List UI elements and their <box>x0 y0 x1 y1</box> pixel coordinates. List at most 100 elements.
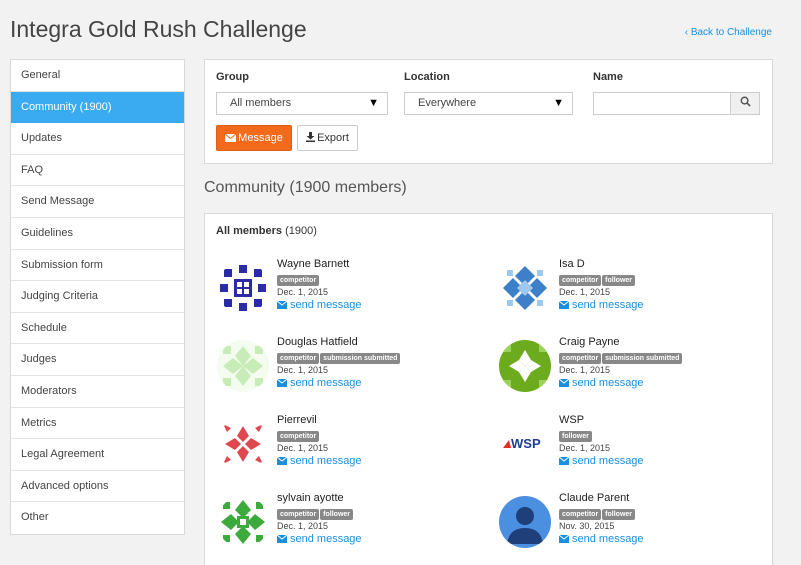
member-card: Douglas Hatfield competitor submission su… <box>217 336 477 404</box>
badge-list: competitor <box>277 273 320 286</box>
export-button-label: Export <box>317 132 349 144</box>
sidebar-item-send-message[interactable]: Send Message <box>11 186 184 218</box>
search-icon <box>740 96 751 107</box>
role-badge: follower <box>602 275 636 286</box>
send-message-link[interactable]: send message <box>277 377 362 389</box>
sidebar-nav: General Community (1900) Updates FAQ Sen… <box>10 59 185 535</box>
envelope-icon <box>559 301 569 309</box>
red-pattern-icon[interactable] <box>217 418 269 470</box>
envelope-icon <box>277 379 287 387</box>
location-select[interactable]: Everywhere ▼ <box>404 92 573 115</box>
member-card: Pierrevil competitor Dec. 1, 2015 send m… <box>217 414 477 482</box>
join-date: Dec. 1, 2015 <box>277 521 329 531</box>
envelope-icon <box>559 457 569 465</box>
envelope-icon <box>277 535 287 543</box>
send-message-label: send message <box>572 377 644 389</box>
send-message-label: send message <box>572 299 644 311</box>
join-date: Dec. 1, 2015 <box>277 287 329 297</box>
badge-list: competitor follower <box>559 273 636 286</box>
sidebar-item-moderators[interactable]: Moderators <box>11 376 184 408</box>
envelope-icon <box>559 535 569 543</box>
send-message-label: send message <box>290 533 362 545</box>
member-name[interactable]: Claude Parent <box>559 492 629 504</box>
search-button[interactable] <box>730 92 760 115</box>
sidebar-item-judging-criteria[interactable]: Judging Criteria <box>11 281 184 313</box>
send-message-link[interactable]: send message <box>277 455 362 467</box>
light-green-pattern-icon[interactable] <box>217 340 269 392</box>
send-message-label: send message <box>572 455 644 467</box>
member-name[interactable]: WSP <box>559 414 584 426</box>
blue-pattern-icon[interactable] <box>217 262 269 314</box>
name-search-input[interactable] <box>593 92 730 115</box>
sidebar-item-updates[interactable]: Updates <box>11 123 184 155</box>
sidebar-item-other[interactable]: Other <box>11 502 184 534</box>
role-badge: follower <box>602 509 636 520</box>
wsp-logo-text: WSP <box>511 436 541 451</box>
send-message-link[interactable]: send message <box>559 377 644 389</box>
green-pattern-icon[interactable] <box>217 496 269 548</box>
blue-diamond-pattern-icon[interactable] <box>499 262 551 314</box>
envelope-icon <box>277 457 287 465</box>
caret-down-icon: ▼ <box>553 97 564 109</box>
group-select[interactable]: All members ▼ <box>216 92 388 115</box>
badge-list: follower <box>559 429 593 442</box>
envelope-icon <box>224 133 237 142</box>
message-button[interactable]: Message <box>216 125 292 151</box>
sidebar-item-judges[interactable]: Judges <box>11 344 184 376</box>
send-message-label: send message <box>572 533 644 545</box>
wsp-logo[interactable]: WSP <box>499 418 551 470</box>
join-date: Nov. 30, 2015 <box>559 521 615 531</box>
location-label: Location <box>404 71 450 83</box>
send-message-label: send message <box>290 299 362 311</box>
download-icon <box>306 132 316 142</box>
member-card: Craig Payne competitor submission submitt… <box>499 336 759 404</box>
sidebar-item-general[interactable]: General <box>11 60 184 92</box>
page-title: Integra Gold Rush Challenge <box>10 16 307 42</box>
sidebar-item-metrics[interactable]: Metrics <box>11 408 184 440</box>
member-card: Claude Parent competitor follower Nov. 30… <box>499 492 759 560</box>
member-card: Isa D competitor follower Dec. 1, 2015 se… <box>499 258 759 326</box>
role-badge: competitor <box>277 509 320 520</box>
send-message-link[interactable]: send message <box>559 533 644 545</box>
join-date: Dec. 1, 2015 <box>559 287 611 297</box>
member-name[interactable]: Douglas Hatfield <box>277 336 358 348</box>
badge-list: competitor <box>277 429 320 442</box>
community-heading-count: (1900 members) <box>289 179 407 196</box>
send-message-link[interactable]: send message <box>277 299 362 311</box>
member-name[interactable]: Isa D <box>559 258 585 270</box>
join-date: Dec. 1, 2015 <box>559 365 611 375</box>
green-pattern-icon[interactable] <box>499 340 551 392</box>
join-date: Dec. 1, 2015 <box>277 365 329 375</box>
sidebar-item-schedule[interactable]: Schedule <box>11 313 184 345</box>
send-message-link[interactable]: send message <box>559 455 644 467</box>
send-message-link[interactable]: send message <box>277 533 362 545</box>
join-date: Dec. 1, 2015 <box>559 443 611 453</box>
sidebar-item-legal-agreement[interactable]: Legal Agreement <box>11 439 184 471</box>
back-to-challenge-link[interactable]: ‹ Back to Challenge <box>685 27 772 38</box>
default-person-icon[interactable] <box>499 496 551 548</box>
member-name[interactable]: Craig Payne <box>559 336 620 348</box>
envelope-icon <box>277 301 287 309</box>
role-badge: follower <box>559 431 592 442</box>
role-badge: submission submitted <box>602 353 683 364</box>
sidebar-item-faq[interactable]: FAQ <box>11 155 184 187</box>
sidebar-item-advanced-options[interactable]: Advanced options <box>11 471 184 503</box>
send-message-label: send message <box>290 377 362 389</box>
role-badge: competitor <box>559 353 602 364</box>
send-message-link[interactable]: send message <box>559 299 644 311</box>
export-button[interactable]: Export <box>297 125 358 151</box>
member-name[interactable]: sylvain ayotte <box>277 492 344 504</box>
member-name[interactable]: Wayne Barnett <box>277 258 349 270</box>
member-name[interactable]: Pierrevil <box>277 414 317 426</box>
members-panel-title: All members (1900) <box>216 225 317 237</box>
badge-list: competitor follower <box>277 507 354 520</box>
group-label: Group <box>216 71 249 83</box>
group-select-value: All members <box>230 97 292 109</box>
role-badge: competitor <box>559 275 602 286</box>
members-panel: All members (1900) Wayne Barnett competi… <box>204 213 773 565</box>
sidebar-item-submission-form[interactable]: Submission form <box>11 250 184 282</box>
member-card: sylvain ayotte competitor follower Dec. 1… <box>217 492 477 560</box>
sidebar-item-guidelines[interactable]: Guidelines <box>11 218 184 250</box>
sidebar-item-community[interactable]: Community (1900) <box>11 91 184 124</box>
caret-down-icon: ▼ <box>368 97 379 109</box>
